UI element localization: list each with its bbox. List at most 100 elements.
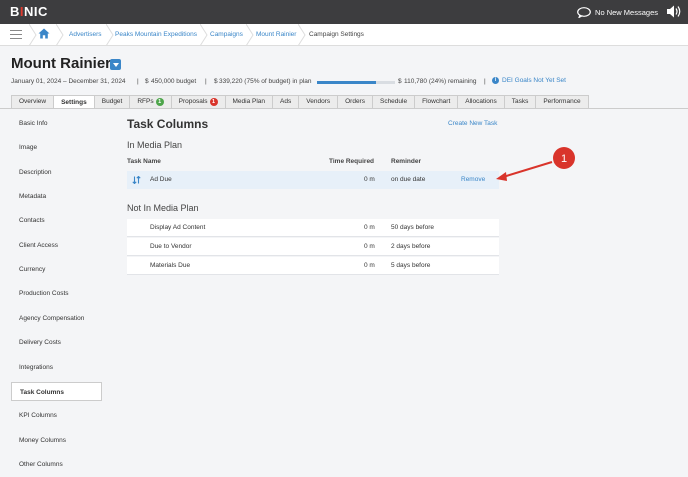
table-row[interactable]: Ad Due 0 m on due date Remove xyxy=(127,171,499,189)
tab-schedule[interactable]: Schedule xyxy=(371,95,416,108)
tab-label: Tasks xyxy=(511,98,529,105)
breadcrumb: Advertisers Peaks Mountain Expeditions C… xyxy=(0,24,688,46)
tab-label: Performance xyxy=(543,98,581,105)
in-media-plan-heading: In Media Plan xyxy=(127,140,183,150)
sidebar-item-other-columns[interactable]: Other Columns xyxy=(11,455,102,474)
campaign-in-plan: 339,220 (75% of budget) in plan xyxy=(219,78,312,85)
sidebar-item-task-columns[interactable]: Task Columns xyxy=(11,381,102,401)
sidebar-item-integrations[interactable]: Integrations xyxy=(11,358,102,377)
table-row[interactable]: Due to Vendor 0 m 2 days before xyxy=(127,238,499,256)
task-name: Due to Vendor xyxy=(150,243,192,250)
tab-label: Settings xyxy=(61,98,87,106)
tab-label: Vendors xyxy=(306,98,331,105)
chat-bubble-icon xyxy=(577,7,591,18)
tab-proposals[interactable]: Proposals 1 xyxy=(170,95,226,108)
tab-overview[interactable]: Overview xyxy=(11,95,55,108)
tab-label: Flowchart xyxy=(422,98,451,105)
tab-vendors[interactable]: Vendors xyxy=(298,95,339,108)
breadcrumb-advertiser[interactable]: Peaks Mountain Expeditions xyxy=(115,31,197,38)
table-row[interactable]: Display Ad Content 0 m 50 days before xyxy=(127,219,499,237)
tab-label: Orders xyxy=(345,98,365,105)
sidebar-item-description[interactable]: Description xyxy=(11,163,102,182)
task-reminder: 5 days before xyxy=(391,262,431,269)
column-header-reminder: Reminder xyxy=(391,158,421,165)
divider: | xyxy=(137,78,139,85)
menu-icon[interactable] xyxy=(10,30,22,42)
sidebar-item-client-access[interactable]: Client Access xyxy=(11,236,102,255)
sidebar-item-currency[interactable]: Currency xyxy=(11,260,102,279)
sidebar-item-kpi-columns[interactable]: KPI Columns xyxy=(11,406,102,425)
column-header-time-required: Time Required xyxy=(329,158,375,165)
messages-indicator[interactable]: No New Messages xyxy=(577,7,658,18)
divider xyxy=(246,24,254,46)
dei-goals-label: DEI Goals Not Yet Set xyxy=(502,77,566,84)
divider xyxy=(56,24,64,46)
top-bar: BINIC No New Messages xyxy=(0,0,688,24)
task-time: 0 m xyxy=(364,176,375,183)
not-in-media-plan-heading: Not In Media Plan xyxy=(127,203,199,213)
tab-label: Schedule xyxy=(379,98,408,105)
remove-task-button[interactable]: Remove xyxy=(461,171,485,189)
divider xyxy=(0,108,688,109)
tab-settings[interactable]: Settings xyxy=(53,95,95,109)
task-name: Materials Due xyxy=(150,262,191,269)
breadcrumb-campaigns[interactable]: Campaigns xyxy=(210,31,243,38)
budget-progress-fill xyxy=(317,81,376,84)
divider: | xyxy=(205,78,207,85)
home-icon[interactable] xyxy=(38,28,50,39)
sidebar-item-image[interactable]: Image xyxy=(11,138,102,157)
tab-label: RFPs xyxy=(137,98,154,105)
section-heading: Task Columns xyxy=(127,117,209,131)
tab-tasks[interactable]: Tasks xyxy=(503,95,537,108)
sidebar-item-basic-info[interactable]: Basic Info xyxy=(11,114,102,133)
count-badge: 1 xyxy=(209,98,218,106)
budget-progress-bar xyxy=(317,81,395,84)
sidebar-item-agency-compensation[interactable]: Agency Compensation xyxy=(11,309,102,328)
sidebar-item-production-costs[interactable]: Production Costs xyxy=(11,284,102,303)
messages-label: No New Messages xyxy=(595,8,658,17)
tab-performance[interactable]: Performance xyxy=(535,95,589,108)
campaign-dates: January 01, 2024 – December 31, 2024 xyxy=(11,78,126,85)
speaker-icon[interactable] xyxy=(666,4,682,19)
tab-flowchart[interactable]: Flowchart xyxy=(414,95,459,108)
divider: | xyxy=(484,78,486,85)
callout-number: 1 xyxy=(561,153,567,165)
sidebar-item-contacts[interactable]: Contacts xyxy=(11,211,102,230)
sidebar-item-metadata[interactable]: Metadata xyxy=(11,187,102,206)
breadcrumb-advertisers[interactable]: Advertisers xyxy=(69,31,102,38)
tab-budget[interactable]: Budget xyxy=(93,95,131,108)
breadcrumb-current: Campaign Settings xyxy=(309,31,364,38)
task-reminder: 50 days before xyxy=(391,224,435,231)
tab-label: Media Plan xyxy=(232,98,266,105)
table-row[interactable]: Materials Due 0 m 5 days before xyxy=(127,257,499,275)
tab-label: Proposals xyxy=(178,98,208,105)
task-name: Ad Due xyxy=(150,176,172,183)
tab-orders[interactable]: Orders xyxy=(337,95,373,108)
campaign-dropdown-button[interactable] xyxy=(110,59,121,70)
divider xyxy=(29,24,37,46)
task-name: Display Ad Content xyxy=(150,224,206,231)
budget-currency: $ xyxy=(145,78,149,85)
page-title: Mount Rainier xyxy=(11,55,111,72)
tab-ads[interactable]: Ads xyxy=(272,95,300,108)
callout-arrow xyxy=(502,161,553,178)
tab-bar: Overview Settings Budget RFPs 1 Proposals 1 Med… xyxy=(11,95,589,109)
task-time: 0 m xyxy=(364,243,375,250)
bionic-logo[interactable]: BINIC xyxy=(10,4,48,19)
dei-goals-link[interactable]: i DEI Goals Not Yet Set xyxy=(492,77,566,84)
tab-label: Ads xyxy=(280,98,292,105)
divider xyxy=(106,24,114,46)
drag-handle-icon[interactable] xyxy=(132,176,141,184)
tab-media-plan[interactable]: Media Plan xyxy=(224,95,274,108)
tab-rfps[interactable]: RFPs 1 xyxy=(129,95,172,108)
sidebar-item-delivery-costs[interactable]: Delivery Costs xyxy=(11,333,102,352)
create-new-task-link[interactable]: Create New Task xyxy=(448,120,497,127)
plan-currency: $ xyxy=(214,78,218,85)
tab-allocations[interactable]: Allocations xyxy=(457,95,505,108)
remaining-currency: $ xyxy=(398,78,402,85)
callout-circle xyxy=(553,147,575,169)
campaign-budget: 450,000 budget xyxy=(151,78,197,85)
tab-label: Budget xyxy=(101,98,123,105)
breadcrumb-campaign[interactable]: Mount Rainier xyxy=(256,31,296,38)
sidebar-item-money-columns[interactable]: Money Columns xyxy=(11,431,102,450)
